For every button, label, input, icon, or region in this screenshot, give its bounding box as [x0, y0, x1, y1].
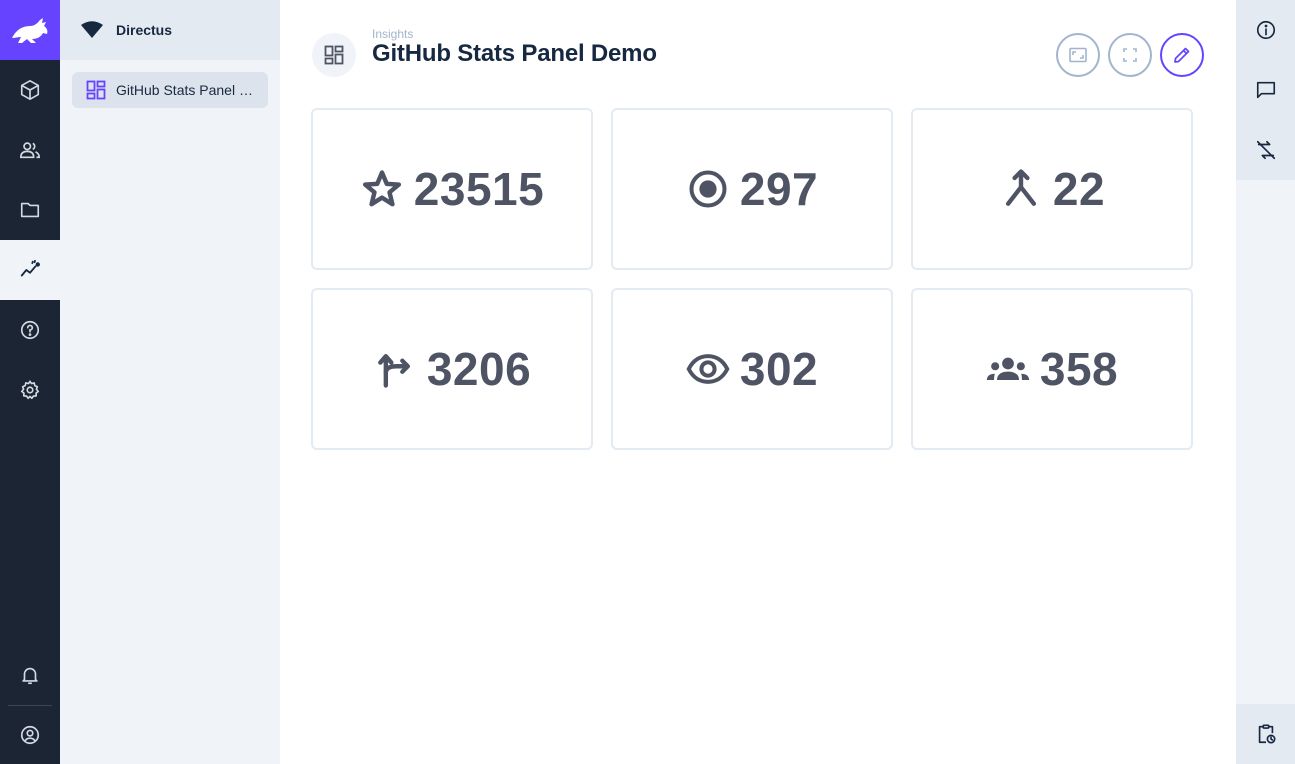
user-account-button[interactable]: [0, 705, 60, 764]
issue-icon: [686, 167, 730, 211]
clipboard-clock-icon: [1258, 724, 1276, 744]
comment-icon: [1256, 81, 1275, 99]
box-icon: [20, 80, 40, 100]
directus-logo[interactable]: [0, 0, 60, 60]
sidebar-activity-button[interactable]: [1236, 704, 1295, 764]
module-bar: [0, 0, 60, 764]
pencil-icon: [1174, 47, 1190, 63]
help-icon: [20, 320, 40, 340]
stat-value: 297: [739, 163, 819, 215]
panel-contributors[interactable]: 358: [911, 288, 1193, 450]
stat-value: 23515: [413, 163, 545, 215]
project-name: Directus: [116, 22, 173, 38]
header-dashboard-icon-button[interactable]: [312, 33, 356, 77]
fullscreen-icon: [1123, 48, 1137, 62]
group-icon: [986, 347, 1030, 391]
nav-item-label: GitHub Stats Panel Demo: [116, 82, 258, 98]
info-icon: [1256, 20, 1275, 40]
fit-to-screen-button[interactable]: [1056, 33, 1100, 77]
project-header[interactable]: Directus: [60, 0, 280, 60]
fullscreen-button[interactable]: [1108, 33, 1152, 77]
sync-disabled-icon: [1256, 140, 1275, 160]
notifications-button[interactable]: [0, 645, 60, 705]
stat-value: 22: [1052, 163, 1106, 215]
sidebar-info-button[interactable]: [1236, 0, 1295, 60]
sidebar-revisions-button[interactable]: [1236, 120, 1295, 180]
account-icon: [20, 725, 40, 745]
edit-button[interactable]: [1160, 33, 1204, 77]
stat-value: 3206: [426, 343, 532, 395]
panel-stars[interactable]: 23515: [311, 108, 593, 270]
stat-value: 302: [739, 343, 819, 395]
panel-forks[interactable]: 3206: [311, 288, 593, 450]
sidebar: [1236, 0, 1295, 764]
module-settings-button[interactable]: [0, 360, 60, 420]
module-users-button[interactable]: [0, 120, 60, 180]
page-title: GitHub Stats Panel Demo: [372, 40, 657, 67]
navigation-pane: Directus GitHub Stats Panel Demo: [60, 0, 280, 764]
eye-icon: [686, 347, 730, 391]
panel-watchers[interactable]: 302: [611, 288, 893, 450]
star-icon: [360, 167, 404, 211]
bell-icon: [22, 667, 38, 685]
folder-icon: [20, 202, 40, 218]
dashboard-icon: [86, 80, 106, 100]
module-insights-button[interactable]: [0, 240, 60, 300]
people-icon: [20, 142, 40, 159]
breadcrumb[interactable]: Insights: [372, 27, 413, 41]
insights-icon: [20, 259, 40, 277]
fit-screen-icon: [1069, 47, 1087, 63]
module-help-button[interactable]: [0, 300, 60, 360]
rabbit-logo-icon: [12, 18, 48, 43]
panel-merges[interactable]: 22: [911, 108, 1193, 270]
project-logo-icon: [80, 20, 104, 40]
sidebar-comments-button[interactable]: [1236, 60, 1295, 120]
dashboard-icon: [324, 45, 344, 65]
panel-issues[interactable]: 297: [611, 108, 893, 270]
module-files-button[interactable]: [0, 180, 60, 240]
nav-item-github-stats-panel-demo[interactable]: GitHub Stats Panel Demo: [72, 72, 268, 108]
merge-icon: [999, 167, 1043, 211]
fork-icon: [373, 347, 417, 391]
module-content-button[interactable]: [0, 60, 60, 120]
stat-value: 358: [1039, 343, 1119, 395]
gear-icon: [20, 380, 40, 400]
